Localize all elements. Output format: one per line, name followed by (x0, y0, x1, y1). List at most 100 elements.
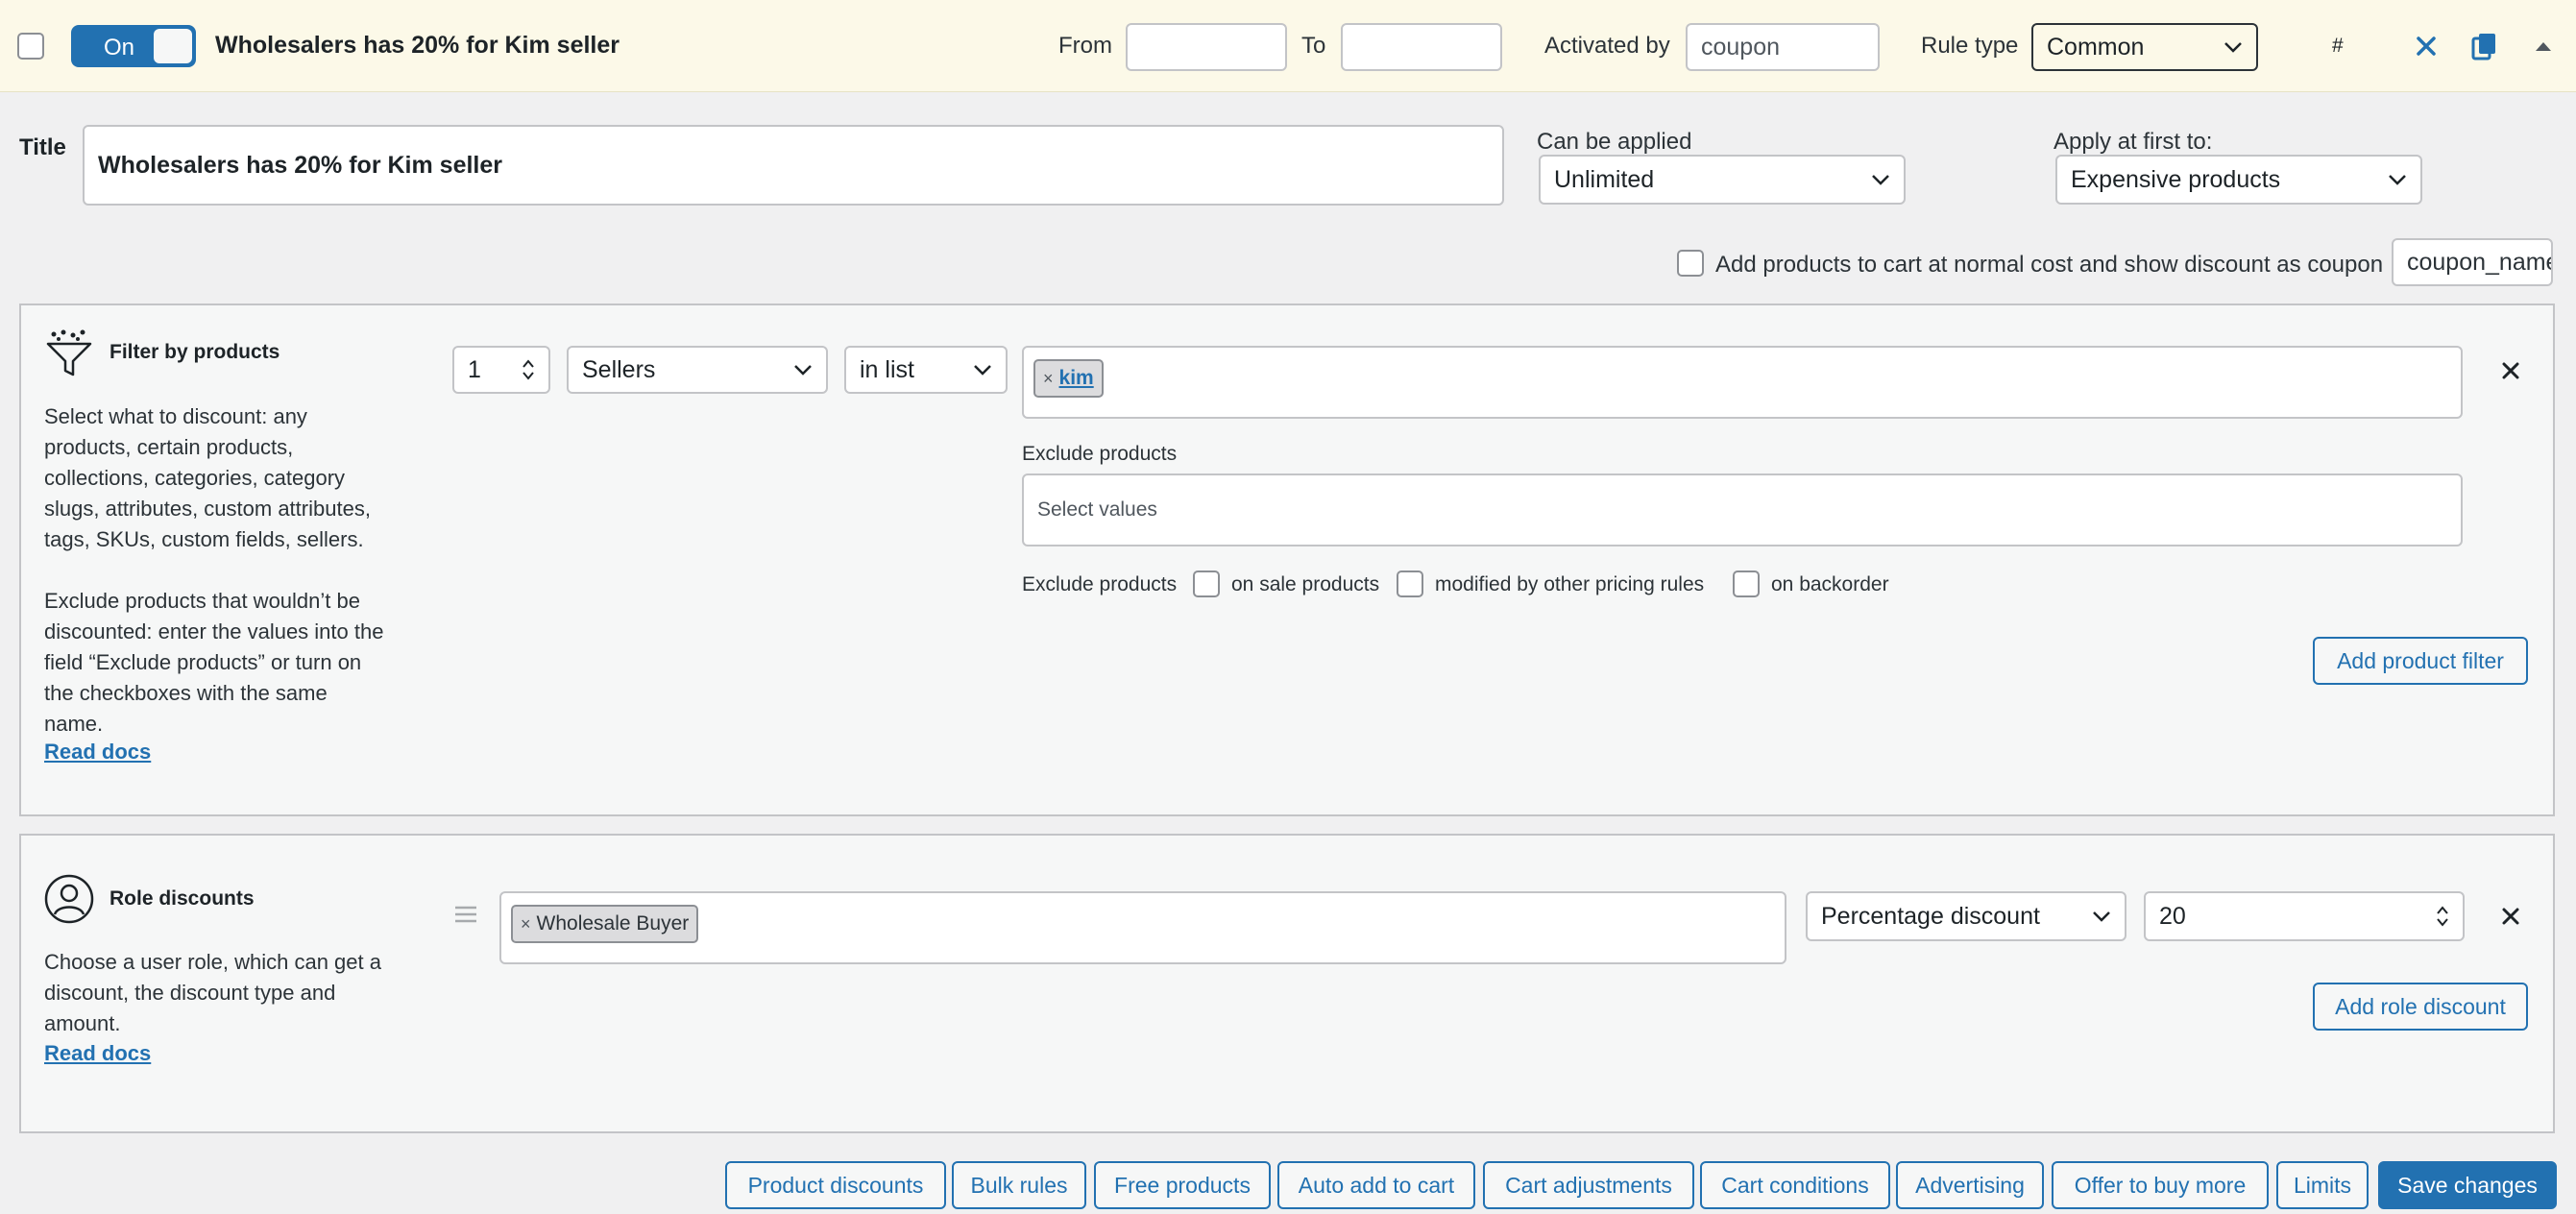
tag-remove-icon[interactable]: × (521, 914, 531, 935)
desc-line: tags, SKUs, custom fields, sellers. (44, 527, 364, 551)
desc-line: field “Exclude products” or turn on (44, 650, 362, 674)
exclude-products-input[interactable]: Select values (1022, 473, 2463, 546)
collapse-arrow-icon[interactable] (2530, 35, 2557, 58)
modified-label: modified by other pricing rules (1435, 573, 1705, 595)
tag-wholesale-buyer: × Wholesale Buyer (511, 905, 699, 943)
filter-qty-stepper[interactable]: 1 (452, 346, 550, 394)
role-description: Choose a user role, which can get a disc… (44, 947, 381, 1039)
from-date-input[interactable] (1126, 23, 1287, 71)
discount-amount-stepper[interactable]: 20 (2144, 891, 2465, 941)
desc-line: discount, the discount type and (44, 981, 336, 1005)
auto-add-to-cart-button[interactable]: Auto add to cart (1277, 1161, 1475, 1209)
funnel-icon (44, 328, 94, 378)
remove-filter-icon[interactable] (2495, 355, 2526, 386)
advertising-button[interactable]: Advertising (1896, 1161, 2044, 1209)
save-changes-button[interactable]: Save changes (2378, 1161, 2557, 1209)
limits-button[interactable]: Limits (2276, 1161, 2369, 1209)
desc-line: slugs, attributes, custom attributes, (44, 497, 371, 521)
role-discounts-section (19, 834, 2555, 1133)
rule-type-select[interactable]: Common (2031, 23, 2258, 71)
cart-adjustments-button[interactable]: Cart adjustments (1483, 1161, 1694, 1209)
desc-line: discounted: enter the values into the (44, 619, 384, 643)
desc-line: amount. (44, 1011, 121, 1035)
discount-amount-value: 20 (2159, 902, 2186, 930)
to-label: To (1301, 33, 1326, 59)
desc-line: the checkboxes with the same (44, 681, 328, 705)
desc-line: Choose a user role, which can get a (44, 950, 381, 974)
filter-method-value: in list (860, 355, 914, 383)
stepper-arrows-icon (522, 359, 534, 380)
on-sale-checkbox[interactable] (1193, 571, 1220, 597)
to-date-input[interactable] (1341, 23, 1502, 71)
rule-header-title: Wholesalers has 20% for Kim seller (215, 32, 620, 59)
can-be-applied-label: Can be applied (1537, 129, 1692, 155)
can-be-applied-value: Unlimited (1554, 165, 1655, 193)
modified-checkbox[interactable] (1397, 571, 1423, 597)
filter-method-select[interactable]: in list (844, 346, 1008, 394)
free-products-button[interactable]: Free products (1094, 1161, 1271, 1209)
coupon-name-value: coupon_name (2407, 248, 2553, 276)
tag-label: Wholesale Buyer (536, 912, 690, 935)
stepper-arrows-icon (2437, 906, 2448, 927)
desc-line: Select what to discount: any (44, 404, 307, 428)
backorder-label: on backorder (1771, 573, 1889, 595)
desc-line: products, certain products, (44, 435, 294, 459)
filter-values-input[interactable]: × kim (1022, 346, 2463, 419)
close-icon[interactable] (2411, 31, 2442, 61)
rule-hash-label[interactable]: # (2332, 35, 2344, 58)
coupon-checkbox[interactable] (1677, 250, 1704, 277)
chevron-down-icon (974, 365, 991, 376)
title-label: Title (19, 134, 66, 160)
desc-line: Exclude products that wouldn’t be (44, 589, 360, 613)
backorder-checkbox[interactable] (1733, 571, 1760, 597)
title-input-value: Wholesalers has 20% for Kim seller (98, 151, 503, 179)
filter-type-value: Sellers (582, 355, 656, 383)
title-input[interactable]: Wholesalers has 20% for Kim seller (83, 125, 1504, 206)
on-sale-label: on sale products (1231, 573, 1380, 595)
add-product-filter-button[interactable]: Add product filter (2313, 637, 2528, 685)
chevron-down-icon (2093, 911, 2110, 922)
offer-to-buy-more-button[interactable]: Offer to buy more (2052, 1161, 2269, 1209)
drag-handle-icon[interactable] (453, 905, 478, 924)
add-role-discount-button[interactable]: Add role discount (2313, 983, 2528, 1031)
tag-label[interactable]: kim (1059, 367, 1094, 390)
tag-kim: × kim (1033, 359, 1104, 398)
apply-first-label: Apply at first to: (2054, 129, 2213, 155)
filter-read-docs-link[interactable]: Read docs (44, 740, 151, 765)
toggle-label: On (104, 35, 135, 61)
filter-section-title: Filter by products (109, 341, 280, 363)
activated-by-label: Activated by (1544, 33, 1670, 59)
user-icon (44, 874, 94, 924)
rule-select-checkbox[interactable] (17, 33, 44, 60)
coupon-name-input[interactable]: coupon_name (2392, 238, 2553, 286)
product-discounts-button[interactable]: Product discounts (725, 1161, 946, 1209)
bulk-rules-button[interactable]: Bulk rules (952, 1161, 1086, 1209)
copy-icon[interactable] (2468, 29, 2501, 63)
role-section-title: Role discounts (109, 887, 255, 910)
role-values-input[interactable]: × Wholesale Buyer (499, 891, 1786, 964)
toggle-knob (154, 29, 192, 63)
desc-line: collections, categories, category (44, 466, 346, 490)
chevron-down-icon (794, 365, 812, 376)
activated-by-value: coupon (1701, 33, 1781, 61)
apply-first-value: Expensive products (2071, 165, 2281, 193)
activated-by-input[interactable]: coupon (1686, 23, 1880, 71)
tag-remove-icon[interactable]: × (1043, 369, 1054, 389)
rule-enabled-toggle[interactable]: On (71, 25, 196, 67)
filter-description: Select what to discount: any products, c… (44, 401, 383, 740)
cart-conditions-button[interactable]: Cart conditions (1700, 1161, 1890, 1209)
remove-role-discount-icon[interactable] (2495, 901, 2526, 932)
apply-first-select[interactable]: Expensive products (2055, 155, 2422, 205)
chevron-down-icon (1872, 175, 1889, 185)
can-be-applied-select[interactable]: Unlimited (1539, 155, 1906, 205)
rule-type-label: Rule type (1921, 33, 2019, 59)
exclude-inline-label: Exclude products (1022, 573, 1178, 595)
chevron-down-icon (2389, 175, 2406, 185)
filter-qty-value: 1 (468, 355, 481, 383)
filter-type-select[interactable]: Sellers (567, 346, 828, 394)
rule-type-value: Common (2047, 33, 2145, 61)
role-read-docs-link[interactable]: Read docs (44, 1041, 151, 1066)
discount-type-select[interactable]: Percentage discount (1806, 891, 2126, 941)
desc-line: name. (44, 712, 104, 736)
discount-type-value: Percentage discount (1821, 902, 2040, 930)
